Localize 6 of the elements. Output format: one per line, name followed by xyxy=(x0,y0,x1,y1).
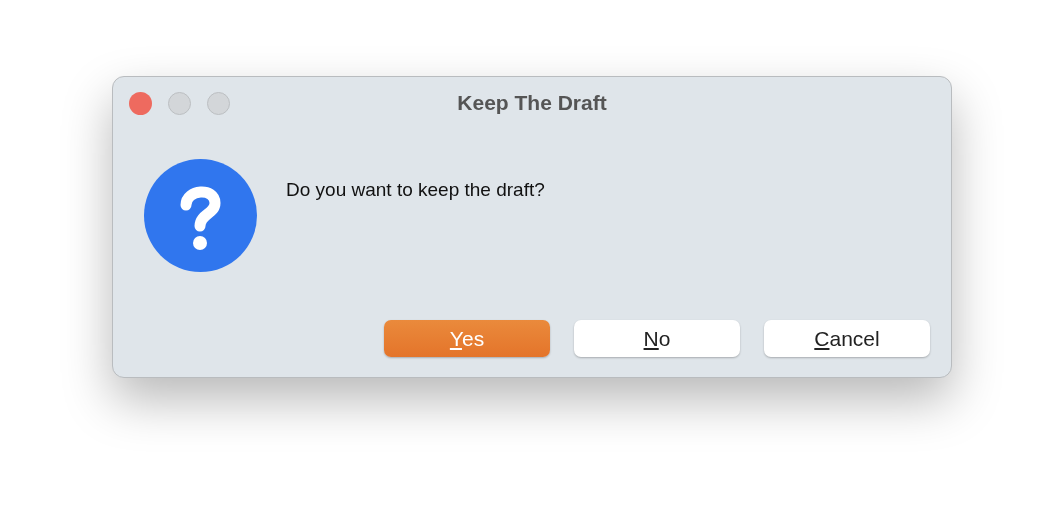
dialog-button[interactable]: Cancel xyxy=(764,320,930,357)
dialog-button[interactable]: No xyxy=(574,320,740,357)
question-icon xyxy=(144,159,257,272)
message-text: Do you want to keep the draft? xyxy=(286,179,545,202)
close-button[interactable] xyxy=(129,91,152,115)
window-title: Keep The Draft xyxy=(457,91,607,114)
